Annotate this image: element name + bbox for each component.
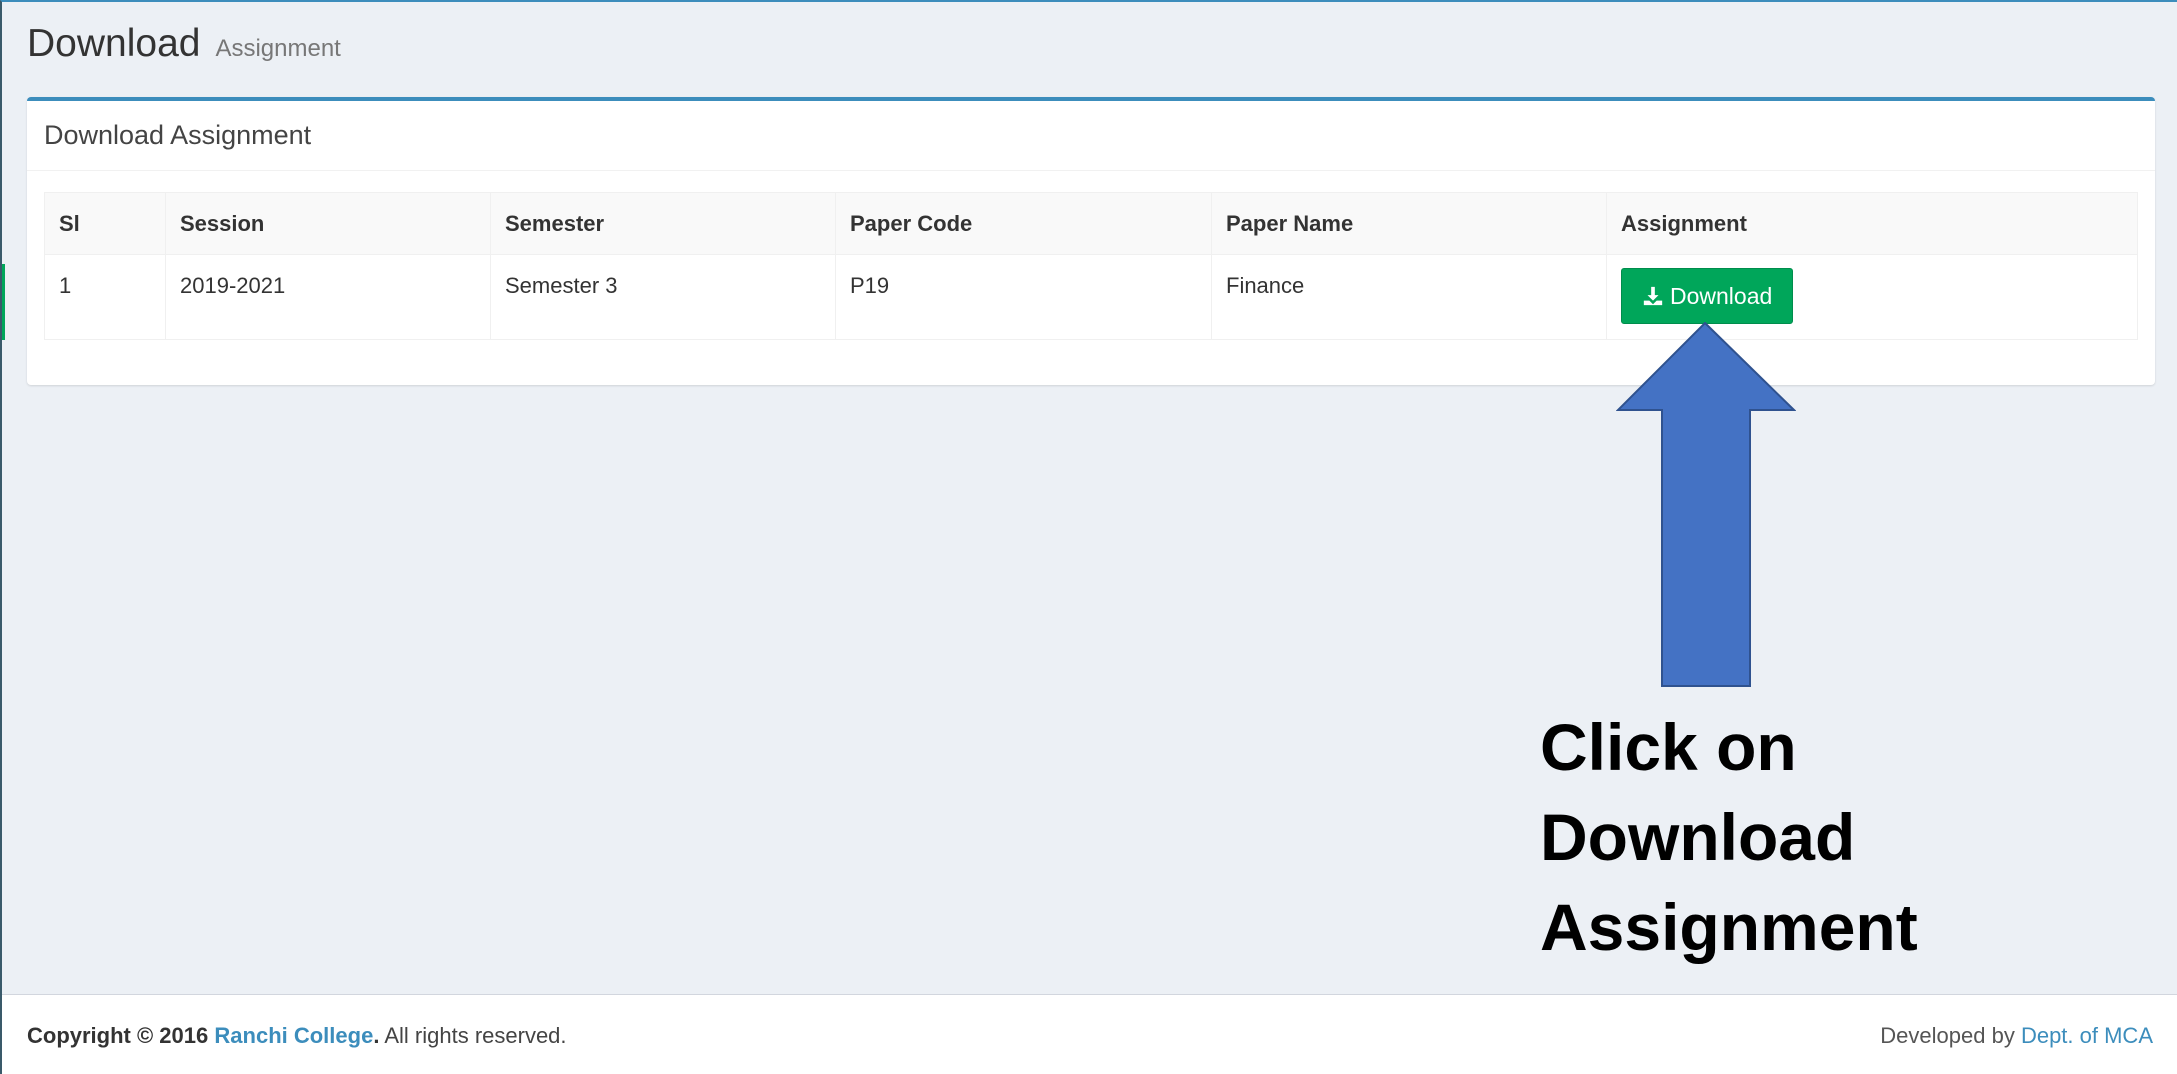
cell-session: 2019-2021 xyxy=(165,254,491,340)
column-header-assignment: Assignment xyxy=(1606,192,2138,255)
table-row: 1 2019-2021 Semester 3 P19 Finance Downl… xyxy=(44,254,2138,340)
dept-link[interactable]: Dept. of MCA xyxy=(2021,1023,2153,1048)
annotation-line-1: Click on xyxy=(1540,710,1797,784)
developed-by-text: Developed by xyxy=(1880,1023,2015,1048)
table-header-row: Sl Session Semester Paper Code Paper Nam… xyxy=(44,192,2138,255)
up-arrow-annotation xyxy=(1616,322,1796,687)
box-header: Download Assignment xyxy=(27,101,2155,171)
annotation-line-2: Download xyxy=(1540,800,1856,874)
column-header-session: Session xyxy=(165,192,491,255)
content-header: Download Assignment xyxy=(27,22,341,82)
assignment-table: Sl Session Semester Paper Code Paper Nam… xyxy=(44,192,2138,340)
column-header-paper-name: Paper Name xyxy=(1211,192,1607,255)
annotation-callout: Click on Download Assignment xyxy=(1540,702,2040,972)
college-link[interactable]: Ranchi College xyxy=(214,1023,373,1048)
copyright-prefix: Copyright © 2016 xyxy=(27,1023,209,1048)
download-button-label: Download xyxy=(1670,282,1773,309)
cell-sl: 1 xyxy=(44,254,166,340)
assignment-box: Download Assignment Sl Session Semester … xyxy=(27,97,2155,385)
annotation-line-3: Assignment xyxy=(1540,890,1918,964)
page-title: Download xyxy=(27,22,201,65)
page-footer: Copyright © 2016 Ranchi College. All rig… xyxy=(2,994,2177,1074)
page-subtitle: Assignment xyxy=(215,35,341,62)
footer-copyright: Copyright © 2016 Ranchi College. All rig… xyxy=(27,1023,567,1049)
assignment-table-wrap: Sl Session Semester Paper Code Paper Nam… xyxy=(44,192,2138,340)
box-title: Download Assignment xyxy=(44,120,312,150)
rights-text: All rights reserved. xyxy=(384,1023,567,1048)
cell-paper-code: P19 xyxy=(835,254,1212,340)
column-header-sl: Sl xyxy=(44,192,166,255)
copyright-period: . xyxy=(373,1023,380,1048)
column-header-paper-code: Paper Code xyxy=(835,192,1212,255)
sidebar-edge-accent xyxy=(2,264,5,340)
download-button[interactable]: Download xyxy=(1621,268,1794,324)
footer-developer: Developed by Dept. of MCA xyxy=(1880,1023,2153,1049)
cell-paper-name: Finance xyxy=(1211,254,1607,340)
column-header-semester: Semester xyxy=(490,192,836,255)
cell-semester: Semester 3 xyxy=(490,254,836,340)
download-icon xyxy=(1643,286,1663,306)
